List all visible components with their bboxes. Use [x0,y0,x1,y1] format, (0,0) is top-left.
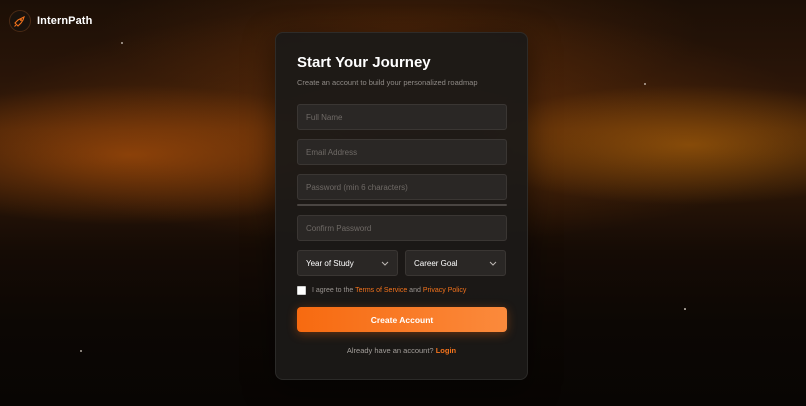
career-goal-select[interactable]: Career Goal [405,250,506,276]
terms-of-service-link[interactable]: Terms of Service [355,287,407,294]
login-prompt-row: Already have an account? Login [297,346,506,355]
background-star [684,308,686,310]
agree-prefix: I agree to the [312,287,354,294]
password-input[interactable] [297,174,507,200]
login-prompt: Already have an account? [346,346,434,355]
login-link[interactable]: Login [436,346,456,355]
rocket-icon [9,10,31,32]
page-title: Start Your Journey [297,54,431,71]
agree-and: and [409,287,421,294]
background-star [644,83,646,85]
full-name-input[interactable] [297,104,507,130]
terms-checkbox[interactable] [297,286,306,295]
year-of-study-label: Year of Study [306,258,354,268]
email-input[interactable] [297,139,507,165]
brand[interactable]: InternPath [9,10,92,32]
chevron-down-icon [381,261,389,266]
chevron-down-icon [489,261,497,266]
background-star [80,350,82,352]
background-star [121,42,123,44]
terms-text: I agree to the Terms of Service and Priv… [312,287,466,294]
brand-name: InternPath [37,15,93,27]
create-account-button[interactable]: Create Account [297,307,507,332]
signup-card: Start Your Journey Create an account to … [275,32,528,380]
page-subtitle: Create an account to build your personal… [297,78,478,87]
career-goal-label: Career Goal [414,258,458,268]
confirm-password-input[interactable] [297,215,507,241]
password-strength-bar [297,204,507,206]
year-of-study-select[interactable]: Year of Study [297,250,398,276]
privacy-policy-link[interactable]: Privacy Policy [423,287,467,294]
select-row: Year of Study Career Goal [297,250,506,276]
terms-agreement: I agree to the Terms of Service and Priv… [297,286,506,295]
